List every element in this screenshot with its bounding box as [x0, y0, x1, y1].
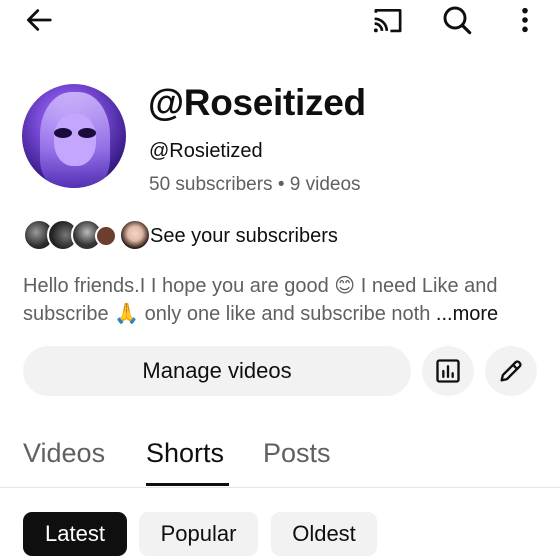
selected-tab-indicator	[146, 483, 229, 486]
channel-avatar[interactable]	[22, 84, 126, 188]
video-count: 9 videos	[289, 174, 361, 195]
edit-channel-button[interactable]	[485, 346, 537, 396]
cast-icon	[373, 8, 402, 33]
tab-shorts[interactable]: Shorts	[146, 438, 224, 469]
chip-oldest[interactable]: Oldest	[271, 512, 377, 556]
search-button[interactable]	[438, 3, 476, 37]
channel-stats[interactable]: 50 subscribers • 9 videos	[149, 174, 361, 196]
description-line: subscribe 🙏 only one like and subscribe …	[23, 303, 431, 325]
stats-separator: •	[277, 174, 285, 195]
more-options-button[interactable]	[508, 3, 542, 37]
manage-videos-button[interactable]: Manage videos	[23, 346, 411, 396]
more-link[interactable]: ...more	[436, 303, 498, 325]
more-vertical-icon	[522, 7, 528, 33]
analytics-icon	[436, 359, 460, 383]
description-line: Hello friends.I I hope you are good 😊 I …	[23, 275, 498, 297]
tab-divider	[0, 487, 560, 488]
subscriber-avatars[interactable]	[23, 217, 151, 253]
channel-handle: @Rosietized	[149, 140, 263, 162]
see-subscribers-link[interactable]: See your subscribers	[150, 225, 338, 248]
back-button[interactable]	[22, 3, 56, 37]
channel-name: @Roseitized	[148, 82, 366, 123]
chip-latest[interactable]: Latest	[23, 512, 127, 556]
cast-button[interactable]	[368, 3, 408, 37]
tab-posts[interactable]: Posts	[263, 438, 331, 469]
subscriber-avatar	[119, 219, 151, 251]
subscriber-avatar	[95, 225, 117, 247]
arrow-left-icon	[27, 9, 52, 31]
pencil-icon	[500, 360, 522, 382]
subscriber-count: 50 subscribers	[149, 174, 273, 195]
channel-description[interactable]: Hello friends.I I hope you are good 😊 I …	[23, 272, 533, 328]
tab-videos[interactable]: Videos	[23, 438, 105, 469]
chip-popular[interactable]: Popular	[139, 512, 258, 556]
search-icon	[443, 6, 472, 35]
analytics-button[interactable]	[422, 346, 474, 396]
